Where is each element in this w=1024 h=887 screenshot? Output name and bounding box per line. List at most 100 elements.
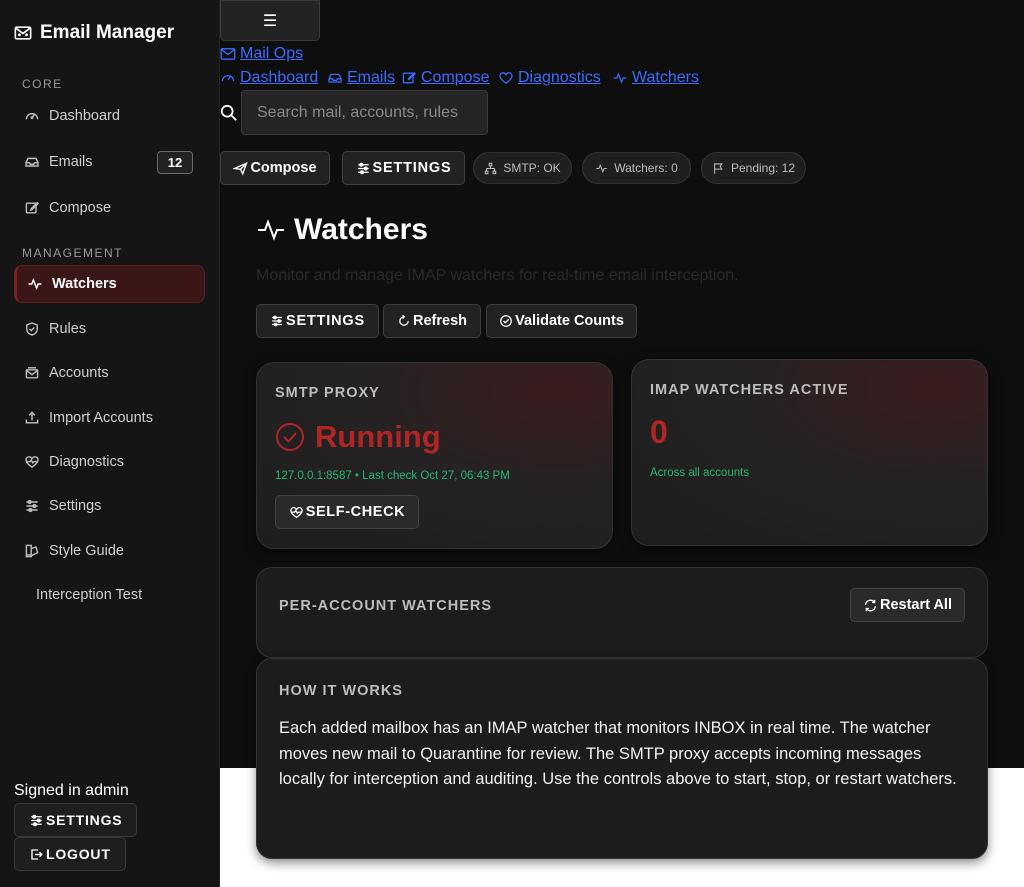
heart-pulse-icon [499,72,513,84]
how-it-works-label: HOW IT WORKS [279,683,403,699]
gauge-icon [25,112,39,120]
mail-ops-icon [14,26,32,40]
validate-counts-label: Validate Counts [515,313,624,329]
sidebar-item-diagnostics[interactable]: Diagnostics [14,443,205,481]
shield-icon [26,322,38,336]
logout-button[interactable]: LOGOUT [14,837,126,871]
per-account-watchers-panel: PER-ACCOUNT WATCHERS Restart All [256,567,988,658]
restart-all-button[interactable]: Restart All [850,588,965,622]
page-title: Watchers [256,213,428,247]
app-title: Email Manager [40,22,175,43]
how-it-works-panel: HOW IT WORKS Each added mailbox has an I… [256,658,988,859]
how-it-works-text: Each added mailbox has an IMAP watcher t… [279,719,957,788]
sidebar-item-interception-test[interactable]: Interception Test [14,576,205,614]
compose-button-label: Compose [250,160,317,176]
status-pill-watchers: Watchers: 0 [582,152,691,184]
menu-toggle-button[interactable]: ☰ [220,0,320,41]
palette-icon [25,544,39,558]
page-title-text: Watchers [294,213,428,246]
sidebar-item-label: Accounts [49,365,109,381]
main-content: ☰ Mail Ops Dashboard Emails Compose Diag… [220,0,1024,768]
restart-all-label: Restart All [880,597,952,613]
sliders-icon [272,315,282,327]
gauge-icon [221,75,235,82]
compose-icon [25,201,40,214]
nav-link-label: Watchers [632,69,699,86]
logout-icon [31,848,43,860]
imap-watchers-count: 0 [650,414,668,450]
flag-icon [714,162,723,174]
sidebar-item-label: Compose [49,200,112,216]
nav-link-label: Compose [421,69,490,86]
section-label-management: MANAGEMENT [22,246,124,260]
imap-detail: Across all accounts [650,467,750,479]
nav-link-label: Dashboard [240,69,319,86]
activity-icon [258,219,284,241]
activity-icon [596,163,607,173]
compose-button[interactable]: Compose [220,151,330,185]
search-icon [220,104,237,121]
self-check-button[interactable]: SELF-CHECK [275,495,419,529]
check-circle-icon [276,423,304,451]
sidebar-item-style-guide[interactable]: Style Guide [14,532,205,570]
signed-in-text: Signed in admin [14,782,129,799]
sidebar: Email Manager CORE Dashboard Emails 12 C… [0,0,220,887]
sidebar-item-rules[interactable]: Rules [14,310,205,348]
smtp-status: Running [275,419,441,455]
refresh-button[interactable]: Refresh [383,304,481,338]
smtp-proxy-card: SMTP PROXY Running 127.0.0.1:8587 • Last… [256,362,613,549]
sidebar-item-emails[interactable]: Emails 12 [14,143,205,181]
sliders-icon [357,162,369,174]
mail-stack-icon [25,367,39,379]
nav-link-label: Emails [347,69,396,86]
status-pill-label: Watchers: 0 [614,161,678,175]
search-input[interactable] [241,90,488,135]
inbox-icon [328,73,342,83]
page-subtitle: Monitor and manage IMAP watchers for rea… [256,267,739,284]
nav-link-diagnostics[interactable]: Diagnostics [498,69,601,87]
sidebar-item-label: Settings [49,498,102,514]
nav-link-compose[interactable]: Compose [401,69,489,87]
page-settings-label: SETTINGS [286,313,365,329]
sidebar-item-dashboard[interactable]: Dashboard [14,97,205,135]
sidebar-item-label: Diagnostics [49,454,124,470]
brand-link-label: Mail Ops [240,45,304,62]
sidebar-item-label: Emails [49,154,93,170]
emails-count-badge: 12 [157,151,193,174]
per-account-watchers-label: PER-ACCOUNT WATCHERS [279,598,493,614]
nav-link-watchers[interactable]: Watchers [612,69,699,87]
sidebar-item-watchers[interactable]: Watchers [14,265,205,303]
activity-icon [28,278,42,290]
heart-pulse-icon [289,506,303,518]
check-circle-icon [500,315,512,327]
section-label-core: CORE [22,77,63,91]
smtp-detail: 127.0.0.1:8587 • Last check Oct 27, 06:4… [275,470,510,482]
sidebar-item-settings[interactable]: Settings [14,487,205,525]
toolbar-settings-button[interactable]: SETTINGS [342,151,465,185]
refresh-icon [399,314,409,326]
refresh-icon [864,599,877,611]
sidebar-settings-label: SETTINGS [46,812,123,828]
app-brand[interactable]: Email Manager [14,22,174,44]
smtp-status-text: Running [315,419,441,454]
page-settings-button[interactable]: SETTINGS [256,304,379,338]
send-icon [233,161,249,175]
imap-watchers-label: IMAP WATCHERS ACTIVE [650,382,849,398]
nav-link-emails[interactable]: Emails [327,69,395,87]
refresh-label: Refresh [413,313,467,329]
sidebar-item-label: Import Accounts [49,410,153,426]
imap-watchers-card: IMAP WATCHERS ACTIVE 0 Across all accoun… [631,359,988,546]
brand-link-mail-ops[interactable]: Mail Ops [220,45,303,63]
nav-link-dashboard[interactable]: Dashboard [220,69,318,87]
logout-label: LOGOUT [46,846,111,862]
sidebar-settings-button[interactable]: SETTINGS [14,803,138,837]
sidebar-item-import-accounts[interactable]: Import Accounts [14,399,205,437]
activity-icon [613,72,627,84]
smtp-proxy-label: SMTP PROXY [275,385,380,401]
sidebar-item-compose[interactable]: Compose [14,189,205,227]
status-pill-smtp: SMTP: OK [473,152,572,184]
validate-counts-button[interactable]: Validate Counts [486,304,637,338]
heart-pulse-icon [25,456,39,469]
nav-link-label: Diagnostics [518,69,601,86]
sidebar-item-accounts[interactable]: Accounts [14,354,205,392]
